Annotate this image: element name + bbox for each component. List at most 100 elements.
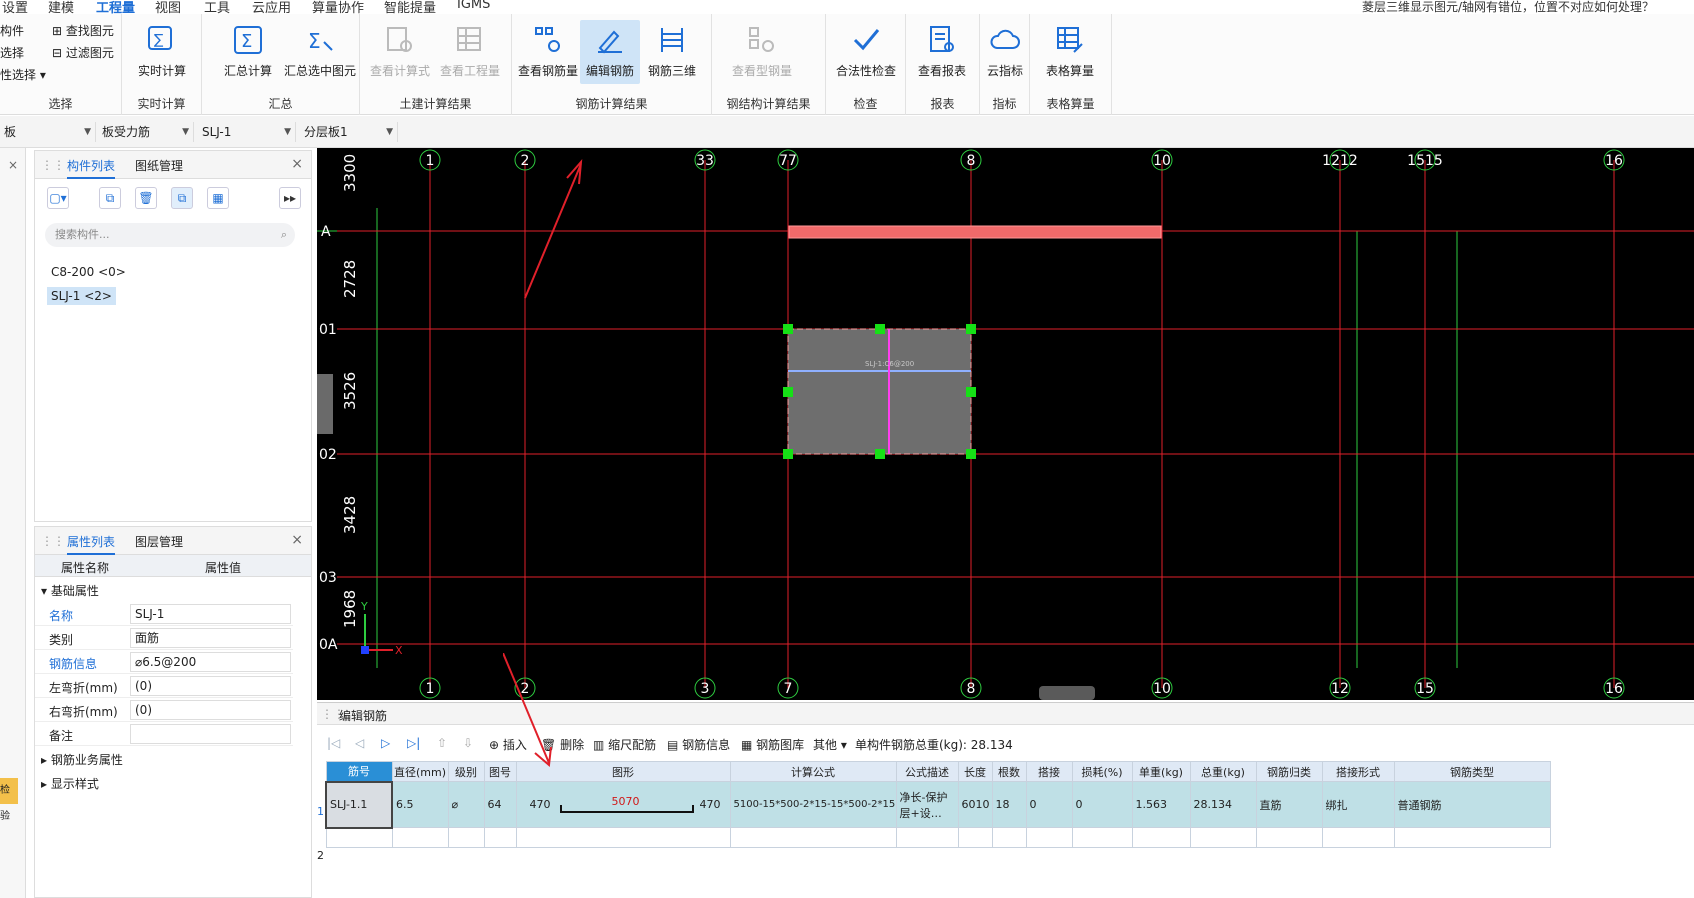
empty-cell[interactable] — [1393, 827, 1551, 848]
more-button[interactable]: ▸▸ — [279, 187, 301, 209]
menu-igms[interactable]: IGMS — [457, 0, 490, 12]
beam-element[interactable] — [788, 225, 1162, 239]
view-steel-button[interactable]: 查看型钢量 — [732, 20, 792, 84]
empty-cell[interactable] — [391, 827, 449, 848]
select-component[interactable]: 构件 — [0, 22, 24, 39]
cell-unit-weight[interactable]: 1.563 — [1131, 781, 1191, 828]
realtime-calc-button[interactable]: ∑ 实时计算 — [132, 20, 192, 84]
filter-element-button[interactable]: ⊟ 过滤图元 — [52, 44, 114, 61]
next-record-icon[interactable]: ▷ — [381, 736, 390, 750]
help-question[interactable]: 菱层三维显示图元/轴网有错位，位置不对应如何处理？ — [1362, 0, 1654, 15]
cell-grade[interactable]: ⌀ — [447, 781, 485, 828]
move-down-icon[interactable]: ⇩ — [463, 736, 473, 750]
view-report-button[interactable]: 查看报表 — [912, 20, 972, 84]
tab-property-list[interactable]: 属性列表 — [67, 533, 116, 555]
layer-copy-button[interactable]: ⧉ — [171, 187, 193, 209]
table-row[interactable]: SLJ-1.1 6.5 ⌀ 64 470 5070 470 5100-15*50… — [325, 780, 1551, 829]
drag-handle-icon[interactable]: ⋮⋮ — [41, 534, 65, 548]
cell-shape[interactable]: 470 5070 470 — [515, 781, 731, 828]
prev-record-icon[interactable]: ◁ — [355, 736, 364, 750]
view-rebar-button[interactable]: 查看钢筋量 — [518, 20, 578, 84]
tab-component-list[interactable]: 构件列表 — [67, 157, 116, 179]
collapse-bottom-handle[interactable] — [1039, 686, 1095, 700]
summary-calc-button[interactable]: Σ 汇总计算 — [218, 20, 278, 84]
view-quantity-button[interactable]: 查看工程量 — [440, 20, 500, 84]
select-by-attr[interactable]: 性选择 ▾ — [0, 66, 46, 83]
rebar-info-button[interactable]: ▤ 钢筋信息 — [667, 736, 730, 753]
first-record-icon[interactable]: |◁ — [327, 736, 340, 750]
prop-value[interactable]: ⌀6.5@200 — [130, 652, 291, 672]
empty-cell[interactable] — [1025, 827, 1073, 848]
empty-cell[interactable] — [1189, 827, 1257, 848]
prop-value[interactable] — [130, 724, 291, 744]
empty-cell[interactable] — [729, 827, 897, 848]
cell-loss[interactable]: 0 — [1071, 781, 1133, 828]
empty-cell[interactable] — [1255, 827, 1323, 848]
selected-slab[interactable] — [787, 328, 972, 455]
search-input[interactable]: 搜索构件... ⌕ — [45, 223, 295, 247]
view-formula-button[interactable]: 查看计算式 — [370, 20, 430, 84]
empty-cell[interactable] — [483, 827, 517, 848]
tab-drawing-manage[interactable]: 图纸管理 — [135, 157, 183, 174]
close-icon[interactable]: × — [291, 532, 303, 548]
new-component-button[interactable]: ▢▾ — [47, 187, 69, 209]
section-basic[interactable]: ▾ 基础属性 — [41, 582, 99, 599]
cell-rebar-type[interactable]: 普通钢筋 — [1393, 781, 1551, 828]
validity-check-button[interactable]: 合法性检查 — [836, 20, 896, 84]
cell-lap-form[interactable]: 绑扎 — [1321, 781, 1395, 828]
component-select[interactable]: SLJ-1 ▼ — [198, 122, 296, 142]
close-icon[interactable]: × — [8, 158, 18, 172]
cell-total-weight[interactable]: 28.134 — [1189, 781, 1257, 828]
cell-count[interactable]: 18 — [991, 781, 1027, 828]
cell-formula[interactable]: 5100-15*500-2*15-15*500-2*15 — [729, 781, 897, 828]
component-type-select[interactable]: 板受力筋 ▼ — [98, 122, 194, 142]
tab-layer-manage[interactable]: 图层管理 — [135, 533, 183, 550]
empty-cell[interactable] — [325, 827, 393, 848]
empty-cell[interactable] — [1321, 827, 1395, 848]
delete-component-button[interactable]: 🗑 — [135, 187, 157, 209]
summary-selected-button[interactable]: Σ 汇总选中图元 — [282, 20, 358, 84]
empty-cell[interactable] — [515, 827, 731, 848]
prop-value[interactable]: (0) — [130, 700, 291, 720]
empty-cell[interactable] — [447, 827, 485, 848]
save-template-button[interactable]: ▦ — [207, 187, 229, 209]
cloud-index-button[interactable]: 云指标 — [975, 20, 1035, 84]
cell-length[interactable]: 6010 — [957, 781, 993, 828]
select-item[interactable]: 选择 — [0, 44, 24, 61]
empty-cell[interactable] — [1071, 827, 1133, 848]
left-badge[interactable]: 检验 — [0, 778, 18, 822]
empty-cell[interactable] — [895, 827, 959, 848]
floor-type-select[interactable]: 板 ▼ — [0, 122, 96, 142]
last-record-icon[interactable]: ▷| — [407, 736, 420, 750]
section-business[interactable]: ▸ 钢筋业务属性 — [41, 751, 123, 768]
table-calc-button[interactable]: 表格算量 — [1040, 20, 1100, 84]
rebar-3d-button[interactable]: 钢筋三维 — [642, 20, 702, 84]
close-icon[interactable]: × — [291, 156, 303, 172]
other-menu-button[interactable]: 其他 ▾ — [813, 736, 847, 753]
rebar-library-button[interactable]: ▦ 钢筋图库 — [741, 736, 804, 753]
scale-rebar-button[interactable]: ▥ 缩尺配筋 — [593, 736, 656, 753]
cell-rebar-no[interactable]: SLJ-1.1 — [325, 780, 393, 829]
empty-cell[interactable] — [957, 827, 993, 848]
edit-rebar-button[interactable]: 编辑钢筋 — [580, 20, 640, 84]
copy-component-button[interactable]: ⧉ — [99, 187, 121, 209]
drag-handle-icon[interactable]: ⋮⋮ — [41, 158, 65, 172]
prop-value[interactable]: (0) — [130, 676, 291, 696]
cell-category[interactable]: 直筋 — [1255, 781, 1323, 828]
table-row[interactable] — [325, 827, 1551, 848]
collapse-left-handle[interactable] — [317, 374, 333, 434]
cell-figure-no[interactable]: 64 — [483, 781, 517, 828]
cell-lap[interactable]: 0 — [1025, 781, 1073, 828]
prop-value[interactable]: 面筋 — [130, 628, 291, 648]
section-display[interactable]: ▸ 显示样式 — [41, 775, 99, 792]
drawing-canvas[interactable]: SLJ-1:C6@200 1 2 33 77 8 10 1212 1515 16… — [317, 148, 1694, 700]
prop-value[interactable]: SLJ-1 — [130, 604, 291, 624]
empty-cell[interactable] — [1131, 827, 1191, 848]
cell-diameter[interactable]: 6.5 — [391, 781, 449, 828]
list-item[interactable]: C8-200 <0> — [47, 263, 130, 281]
find-element-button[interactable]: ⊞ 查找图元 — [52, 22, 114, 39]
empty-cell[interactable] — [991, 827, 1027, 848]
cell-description[interactable]: 净长-保护层+设… — [895, 781, 959, 828]
list-item[interactable]: SLJ-1 <2> — [47, 287, 116, 305]
layer-select[interactable]: 分层板1 ▼ — [300, 122, 398, 142]
